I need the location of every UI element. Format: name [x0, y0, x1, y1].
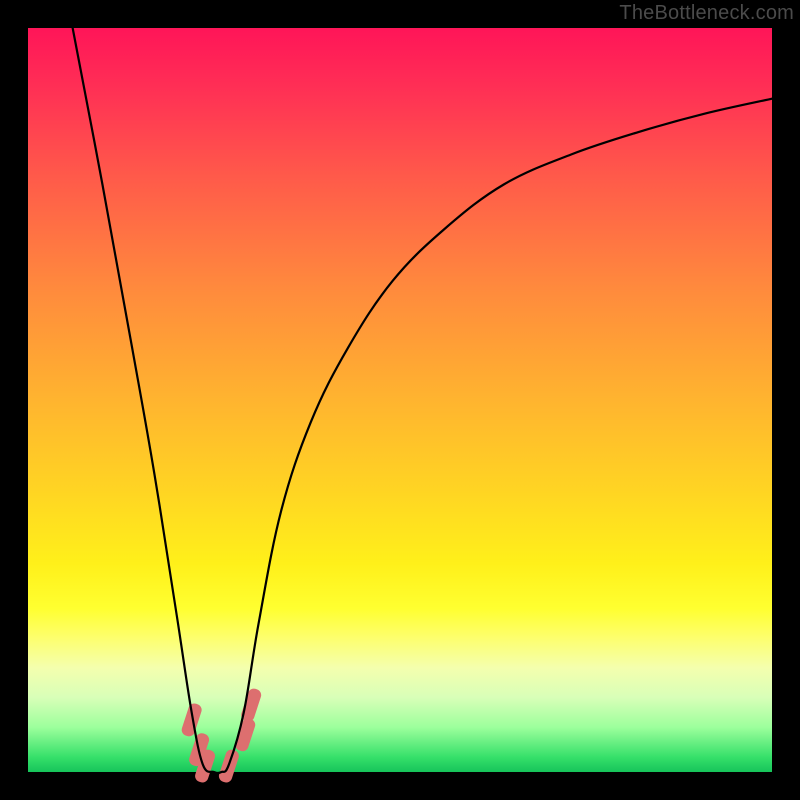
watermark-text: TheBottleneck.com — [619, 2, 794, 25]
curve-svg — [28, 28, 772, 772]
primary-curve — [73, 28, 772, 773]
trough-marker — [234, 717, 257, 753]
chart-frame: TheBottleneck.com — [0, 0, 800, 800]
markers-group — [180, 687, 263, 784]
plot-area — [28, 28, 772, 772]
